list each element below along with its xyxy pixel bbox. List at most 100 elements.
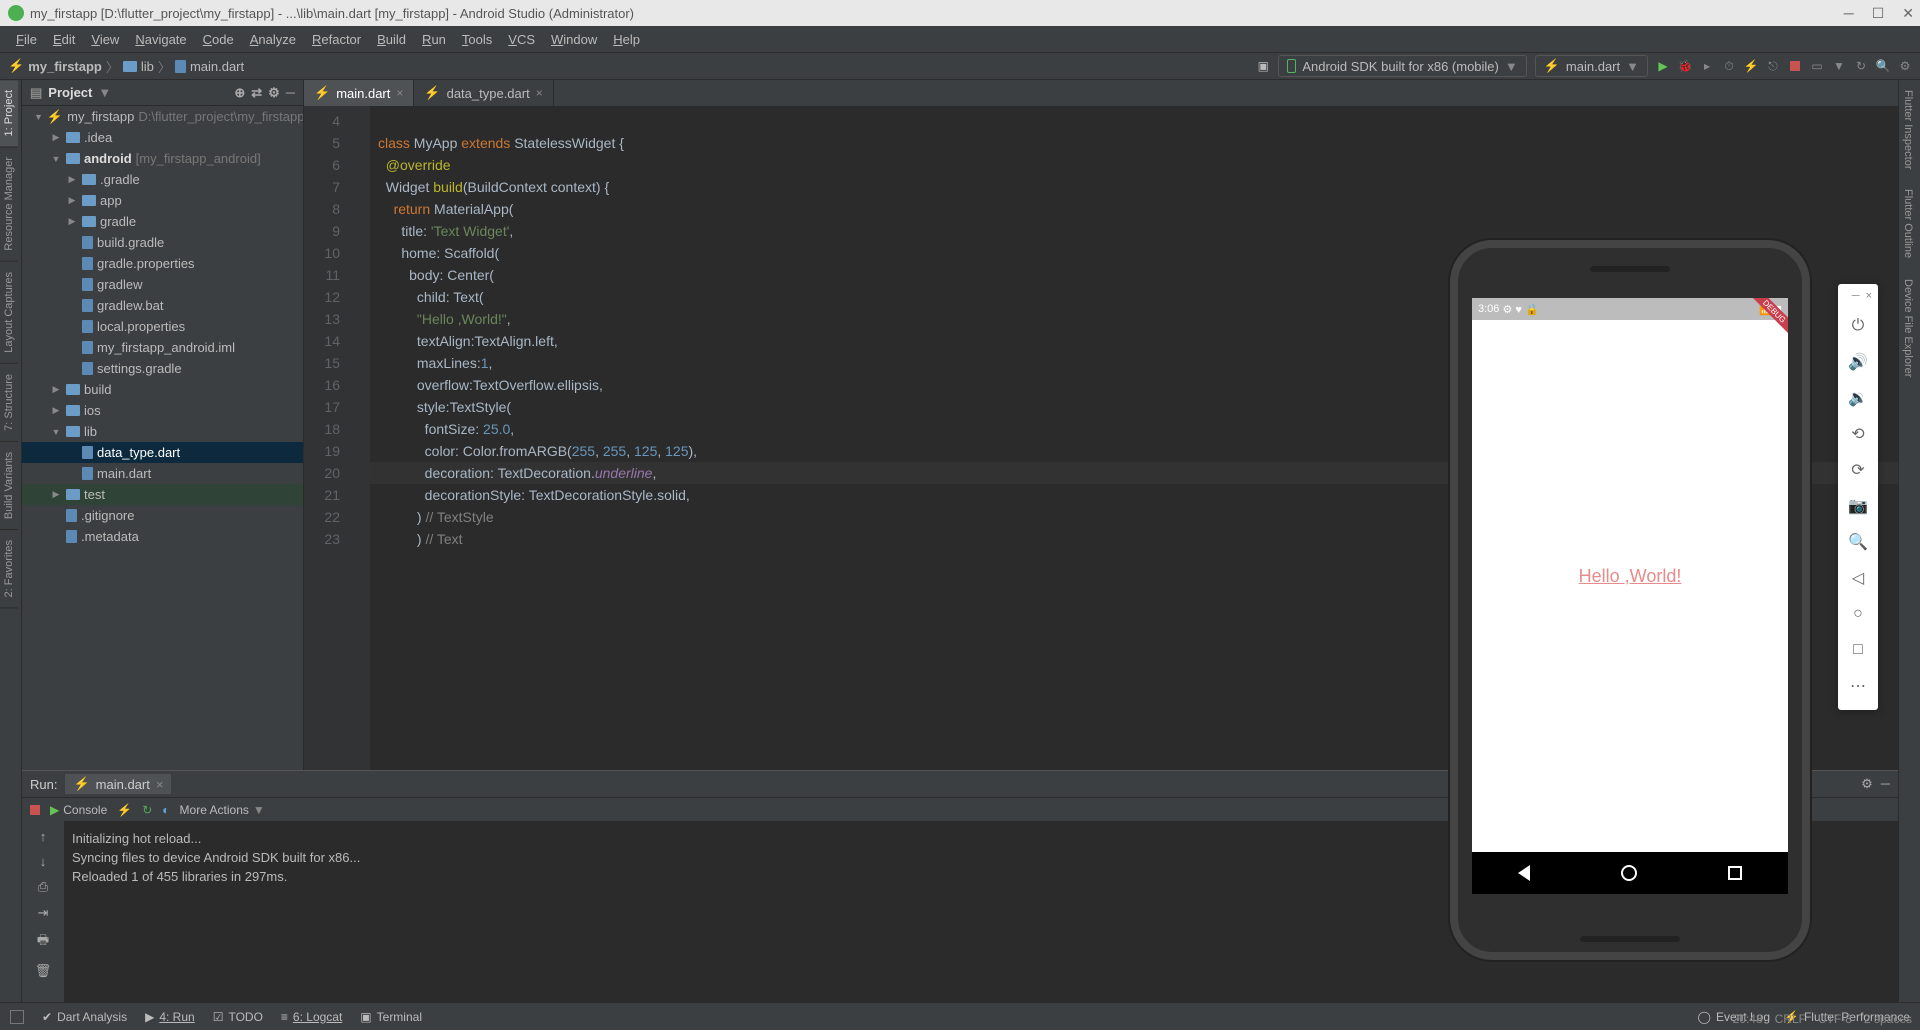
filter-icon[interactable]: ⎙	[38, 879, 48, 895]
right-tab-2[interactable]: Device File Explorer	[1899, 269, 1917, 387]
search-icon[interactable]: 🔍	[1876, 59, 1890, 73]
tree-node[interactable]: gradle.properties	[22, 253, 303, 274]
run-settings-icon[interactable]: ⚙	[1861, 776, 1873, 792]
hot-restart-icon[interactable]: ↻	[142, 803, 152, 817]
menu-code[interactable]: Code	[195, 32, 242, 47]
menu-file[interactable]: File	[8, 32, 45, 47]
tree-node[interactable]: data_type.dart	[22, 442, 303, 463]
menu-edit[interactable]: Edit	[45, 32, 83, 47]
editor-tab[interactable]: ⚡main.dart×	[304, 80, 414, 106]
gear-icon[interactable]: ⚙	[268, 85, 280, 101]
tree-node[interactable]: ▶.idea	[22, 127, 303, 148]
overview-btn-icon[interactable]: □	[1838, 632, 1878, 668]
rerun-icon[interactable]: ↑	[40, 829, 47, 844]
menu-vcs[interactable]: VCS	[500, 32, 543, 47]
close-icon[interactable]: ×	[536, 86, 543, 100]
console-tab[interactable]: Console	[63, 803, 107, 817]
menu-view[interactable]: View	[83, 32, 127, 47]
stop-button[interactable]	[1788, 59, 1802, 73]
editor-tab[interactable]: ⚡data_type.dart×	[414, 80, 553, 106]
tree-node[interactable]: ▶app	[22, 190, 303, 211]
left-tab-1[interactable]: Resource Manager	[0, 147, 18, 262]
rotate-right-icon[interactable]: ⟳	[1838, 452, 1878, 488]
tree-node[interactable]: .gitignore	[22, 505, 303, 526]
dart-analysis-tab[interactable]: ✔ Dart Analysis	[42, 1010, 127, 1024]
tree-node[interactable]: my_firstapp_android.iml	[22, 337, 303, 358]
run-config-selector[interactable]: ⚡ main.dart ▼	[1535, 55, 1648, 77]
volume-down-icon[interactable]: 🔉	[1838, 380, 1878, 416]
emulator-window[interactable]: 3:06 ⚙ ♥ 🔒 📶 ▮ Hello ,World!	[1450, 240, 1810, 960]
left-tab-3[interactable]: 7: Structure	[0, 364, 18, 442]
tool-btn[interactable]	[10, 1010, 24, 1024]
emu-close-icon[interactable]: ×	[1866, 290, 1872, 308]
coverage-button[interactable]: ▸	[1700, 59, 1714, 73]
tree-node[interactable]: ▼android [my_firstapp_android]	[22, 148, 303, 169]
menu-tools[interactable]: Tools	[454, 32, 500, 47]
profile-button[interactable]: ⏱	[1722, 59, 1736, 73]
volume-up-icon[interactable]: 🔊	[1838, 344, 1878, 380]
settings-icon[interactable]: ⚙	[1898, 59, 1912, 73]
locate-icon[interactable]: ⊕	[234, 85, 245, 101]
maximize-button[interactable]: ☐	[1872, 5, 1885, 22]
debug-button[interactable]: 🐞	[1678, 59, 1692, 73]
run-tab-btn[interactable]: ▶ 4: Run	[145, 1010, 195, 1024]
tree-node[interactable]: ▶gradle	[22, 211, 303, 232]
caret-pos[interactable]: 20:48	[1733, 1012, 1763, 1026]
power-icon[interactable]: ⏻	[1838, 308, 1878, 344]
logcat-tab[interactable]: ≡ 6: Logcat	[281, 1010, 342, 1024]
menu-help[interactable]: Help	[605, 32, 648, 47]
left-tab-2[interactable]: Layout Captures	[0, 262, 18, 364]
menu-navigate[interactable]: Navigate	[127, 32, 194, 47]
run-button[interactable]: ▶	[1656, 59, 1670, 73]
left-tab-5[interactable]: 2: Favorites	[0, 530, 18, 608]
todo-tab[interactable]: ☑ TODO	[213, 1010, 263, 1024]
trash-icon[interactable]: 🗑	[35, 963, 52, 979]
gutter[interactable]: 4567891011121314151617181920212223	[304, 106, 352, 770]
left-tab-0[interactable]: 1: Project	[0, 80, 18, 147]
device-frame-icon[interactable]: ▣	[1256, 59, 1270, 73]
tree-node[interactable]: local.properties	[22, 316, 303, 337]
collapse-icon[interactable]: ─	[286, 85, 295, 101]
camera-icon[interactable]: 📷	[1838, 488, 1878, 524]
attach-button[interactable]: ⎋	[1766, 59, 1780, 73]
menu-build[interactable]: Build	[369, 32, 414, 47]
close-button[interactable]: ✕	[1902, 5, 1914, 22]
run-hide-icon[interactable]: ─	[1881, 776, 1890, 792]
down-icon[interactable]: ↓	[40, 854, 47, 869]
tree-node[interactable]: ▶ios	[22, 400, 303, 421]
run-tab[interactable]: ⚡ main.dart ×	[65, 774, 171, 794]
tree-node[interactable]: ▶test	[22, 484, 303, 505]
breadcrumb[interactable]: ⚡ my_firstapp 〉 lib 〉 main.dart	[8, 57, 252, 76]
right-tab-1[interactable]: Flutter Outline	[1899, 179, 1917, 268]
left-tab-4[interactable]: Build Variants	[0, 442, 18, 530]
stop-icon[interactable]	[30, 805, 40, 815]
print-icon[interactable]: 🖶	[37, 931, 49, 953]
hot-reload-button[interactable]: ⚡	[1744, 59, 1758, 73]
emulator-screen[interactable]: 3:06 ⚙ ♥ 🔒 📶 ▮ Hello ,World!	[1472, 298, 1788, 894]
home-icon[interactable]	[1621, 865, 1637, 881]
home-btn-icon[interactable]: ○	[1838, 596, 1878, 632]
more-actions-dropdown[interactable]: More Actions▼	[180, 803, 265, 817]
tree-node[interactable]: ▼lib	[22, 421, 303, 442]
wrap-icon[interactable]: ⇥	[38, 905, 49, 921]
devtools-icon[interactable]: ◐	[162, 803, 169, 817]
tree-node[interactable]: gradlew	[22, 274, 303, 295]
menu-run[interactable]: Run	[414, 32, 454, 47]
minimize-button[interactable]: ─	[1844, 5, 1854, 22]
tree-node[interactable]: main.dart	[22, 463, 303, 484]
sync-button[interactable]: ↻	[1854, 59, 1868, 73]
tree-node[interactable]: build.gradle	[22, 232, 303, 253]
expand-icon[interactable]: ⇄	[251, 85, 262, 101]
emu-min-icon[interactable]: ─	[1852, 290, 1860, 308]
close-icon[interactable]: ×	[156, 777, 164, 792]
menu-window[interactable]: Window	[543, 32, 605, 47]
device-selector[interactable]: Android SDK built for x86 (mobile) ▼	[1278, 55, 1526, 77]
tree-node[interactable]: ▼⚡my_firstapp D:\flutter_project\my_firs…	[22, 106, 303, 127]
menu-analyze[interactable]: Analyze	[242, 32, 304, 47]
zoom-icon[interactable]: 🔍	[1838, 524, 1878, 560]
fold-gutter[interactable]	[352, 106, 370, 770]
back-icon[interactable]	[1518, 865, 1530, 881]
tree-node[interactable]: settings.gradle	[22, 358, 303, 379]
avd-manager-icon[interactable]: ▭	[1810, 59, 1824, 73]
right-tab-0[interactable]: Flutter Inspector	[1899, 80, 1917, 179]
